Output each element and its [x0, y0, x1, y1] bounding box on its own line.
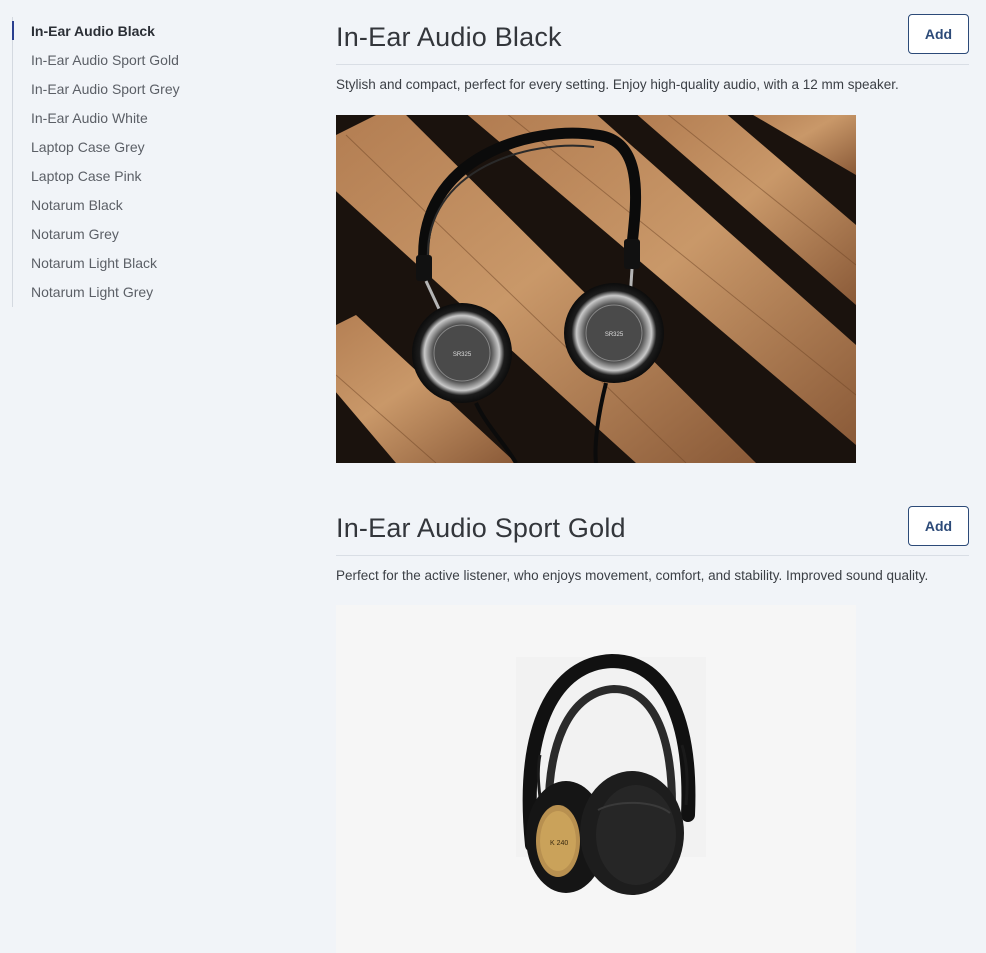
sidebar-item-in-ear-audio-sport-gold[interactable]: In-Ear Audio Sport Gold: [13, 46, 273, 75]
product-header: In-Ear Audio Sport Gold Add: [336, 492, 969, 556]
svg-text:K 240: K 240: [550, 840, 568, 847]
product-image: K 240: [336, 605, 856, 953]
product-list: In-Ear Audio Black Add Stylish and compa…: [336, 0, 969, 953]
sidebar-item-in-ear-audio-white[interactable]: In-Ear Audio White: [13, 104, 273, 133]
product-image: SR325 SR325: [336, 115, 856, 463]
headphones-on-wood-photo: SR325 SR325: [336, 115, 856, 463]
product-title: In-Ear Audio Black: [336, 22, 562, 52]
product-title: In-Ear Audio Sport Gold: [336, 513, 626, 543]
product-sidebar-nav: In-Ear Audio Black In-Ear Audio Sport Go…: [12, 17, 273, 307]
product-card: In-Ear Audio Black Add Stylish and compa…: [336, 0, 969, 463]
sidebar-item-notarum-light-grey[interactable]: Notarum Light Grey: [13, 278, 273, 307]
studio-headphones-photo: K 240: [336, 605, 856, 953]
sidebar-item-notarum-light-black[interactable]: Notarum Light Black: [13, 249, 273, 278]
sidebar-item-notarum-black[interactable]: Notarum Black: [13, 191, 273, 220]
add-button[interactable]: Add: [908, 14, 969, 54]
product-card: In-Ear Audio Sport Gold Add Perfect for …: [336, 492, 969, 953]
sidebar-item-laptop-case-pink[interactable]: Laptop Case Pink: [13, 162, 273, 191]
add-button[interactable]: Add: [908, 506, 969, 546]
sidebar-item-in-ear-audio-sport-grey[interactable]: In-Ear Audio Sport Grey: [13, 75, 273, 104]
svg-text:SR325: SR325: [453, 352, 472, 358]
sidebar-item-in-ear-audio-black[interactable]: In-Ear Audio Black: [12, 17, 273, 46]
product-description: Stylish and compact, perfect for every s…: [336, 77, 899, 92]
product-header: In-Ear Audio Black Add: [336, 0, 969, 65]
product-description: Perfect for the active listener, who enj…: [336, 568, 929, 583]
svg-text:SR325: SR325: [605, 332, 624, 338]
sidebar-item-laptop-case-grey[interactable]: Laptop Case Grey: [13, 133, 273, 162]
sidebar-item-notarum-grey[interactable]: Notarum Grey: [13, 220, 273, 249]
